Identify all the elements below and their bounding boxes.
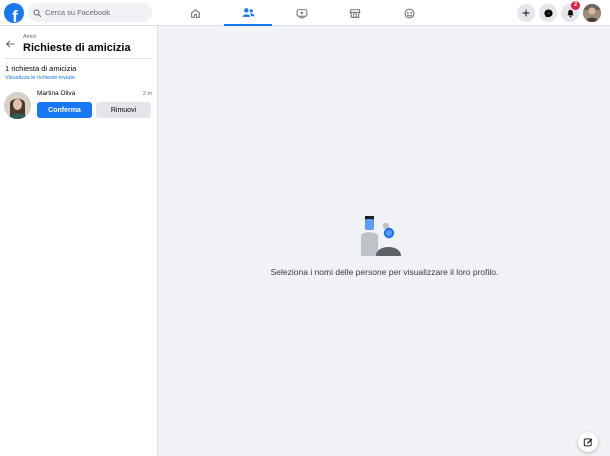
bell-icon bbox=[566, 9, 574, 17]
remove-button[interactable]: Rimuovi bbox=[96, 102, 151, 118]
friend-request-item[interactable]: Martina Oliva 2 m Conferma Rimuovi bbox=[4, 90, 154, 120]
breadcrumb[interactable]: Amici bbox=[23, 34, 36, 40]
empty-state-message: Seleziona i nomi delle persone per visua… bbox=[270, 267, 499, 277]
plus-icon bbox=[522, 9, 530, 17]
messenger-button[interactable] bbox=[539, 4, 557, 22]
facebook-logo-letter: f bbox=[12, 7, 18, 23]
friend-requests-sidebar: Amici Richieste di amicizia 1 richiesta … bbox=[0, 26, 158, 456]
new-message-button[interactable] bbox=[578, 432, 598, 452]
page-title: Richieste di amicizia bbox=[23, 42, 131, 54]
top-navigation-bar: f Cerca su Facebook 2 bbox=[0, 0, 610, 26]
search-input[interactable] bbox=[45, 8, 145, 17]
nav-friends[interactable] bbox=[224, 0, 272, 26]
account-avatar[interactable] bbox=[583, 4, 601, 22]
create-button[interactable] bbox=[517, 4, 535, 22]
search-icon bbox=[33, 9, 41, 17]
notification-badge: 2 bbox=[571, 1, 580, 10]
nav-gaming[interactable] bbox=[385, 0, 433, 26]
gaming-icon bbox=[404, 8, 414, 18]
back-arrow-icon[interactable] bbox=[5, 39, 15, 49]
nav-marketplace[interactable] bbox=[331, 0, 379, 26]
requester-avatar[interactable] bbox=[4, 92, 31, 119]
home-icon bbox=[190, 8, 200, 18]
people-illustration-icon bbox=[361, 216, 401, 256]
compose-icon bbox=[583, 438, 593, 447]
profile-preview-area: Seleziona i nomi delle persone per visua… bbox=[159, 26, 610, 456]
profile-photo bbox=[583, 4, 601, 22]
watch-icon bbox=[296, 8, 308, 18]
marketplace-icon bbox=[349, 8, 361, 18]
request-time: 2 m bbox=[142, 91, 152, 97]
nav-home[interactable] bbox=[171, 0, 219, 26]
confirm-button[interactable]: Conferma bbox=[37, 102, 92, 118]
requester-name[interactable]: Martina Oliva bbox=[37, 90, 75, 97]
friends-icon bbox=[242, 7, 254, 17]
request-count: 1 richiesta di amicizia bbox=[5, 64, 77, 73]
nav-watch[interactable] bbox=[278, 0, 326, 26]
search-box[interactable] bbox=[28, 3, 152, 22]
facebook-logo[interactable]: f bbox=[4, 3, 24, 23]
messenger-icon bbox=[543, 8, 553, 18]
requester-photo bbox=[4, 92, 31, 119]
sent-requests-link[interactable]: Visualizza le richieste inviate bbox=[5, 75, 75, 81]
divider bbox=[5, 58, 152, 59]
